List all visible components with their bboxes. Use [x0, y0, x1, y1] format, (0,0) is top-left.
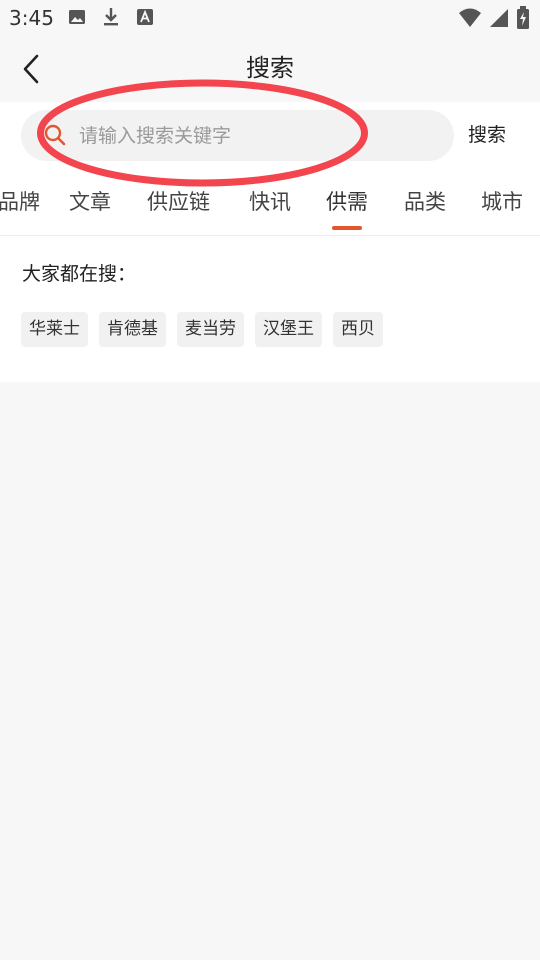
hot-tag[interactable]: 汉堡王 [255, 312, 322, 347]
tab-news[interactable]: 快讯 [249, 188, 291, 216]
active-tab-indicator [332, 226, 362, 230]
battery-charging-icon [517, 6, 529, 29]
status-right-icons [458, 6, 530, 30]
tab-city[interactable]: 城市 [481, 188, 523, 216]
tab-supply-chain[interactable]: 供应链 [147, 188, 210, 216]
status-left-icons [68, 7, 154, 27]
hot-tag[interactable]: 麦当劳 [177, 312, 244, 347]
image-icon [69, 10, 85, 24]
search-box[interactable] [21, 110, 454, 161]
hot-tag[interactable]: 西贝 [333, 312, 383, 347]
search-screen: 3:45 搜索 请输入搜索关键字 搜索 品牌 文章 供应链 快讯 供需 品类 城… [0, 0, 540, 960]
search-button[interactable]: 搜索 [468, 120, 506, 150]
tab-brand[interactable]: 品牌 [0, 188, 40, 216]
status-bar: 3:45 [0, 0, 540, 36]
tab-articles[interactable]: 文章 [69, 188, 111, 216]
search-panel: 搜索 品牌 文章 供应链 快讯 供需 品类 城市 大家都在搜： 华莱士 肯德基 … [0, 102, 540, 382]
wifi-icon [459, 8, 481, 27]
status-time: 3:45 [9, 6, 54, 30]
tab-supply-demand[interactable]: 供需 [326, 188, 368, 216]
tab-category[interactable]: 品类 [404, 188, 446, 216]
tabs-divider [0, 235, 540, 236]
page-title: 搜索 [246, 54, 294, 82]
search-icon [44, 124, 66, 146]
text-a-icon [137, 9, 153, 25]
hot-search-label: 大家都在搜： [22, 263, 137, 285]
category-tabs: 品牌 文章 供应链 快讯 供需 品类 城市 [0, 180, 540, 236]
hot-search-tags: 华莱士 肯德基 麦当劳 汉堡王 西贝 [21, 312, 383, 347]
signal-icon [490, 9, 508, 27]
hot-tag[interactable]: 肯德基 [99, 312, 166, 347]
app-header: 搜索 [0, 36, 540, 102]
download-icon [104, 8, 118, 26]
hot-tag[interactable]: 华莱士 [21, 312, 88, 347]
search-input[interactable] [79, 110, 439, 161]
